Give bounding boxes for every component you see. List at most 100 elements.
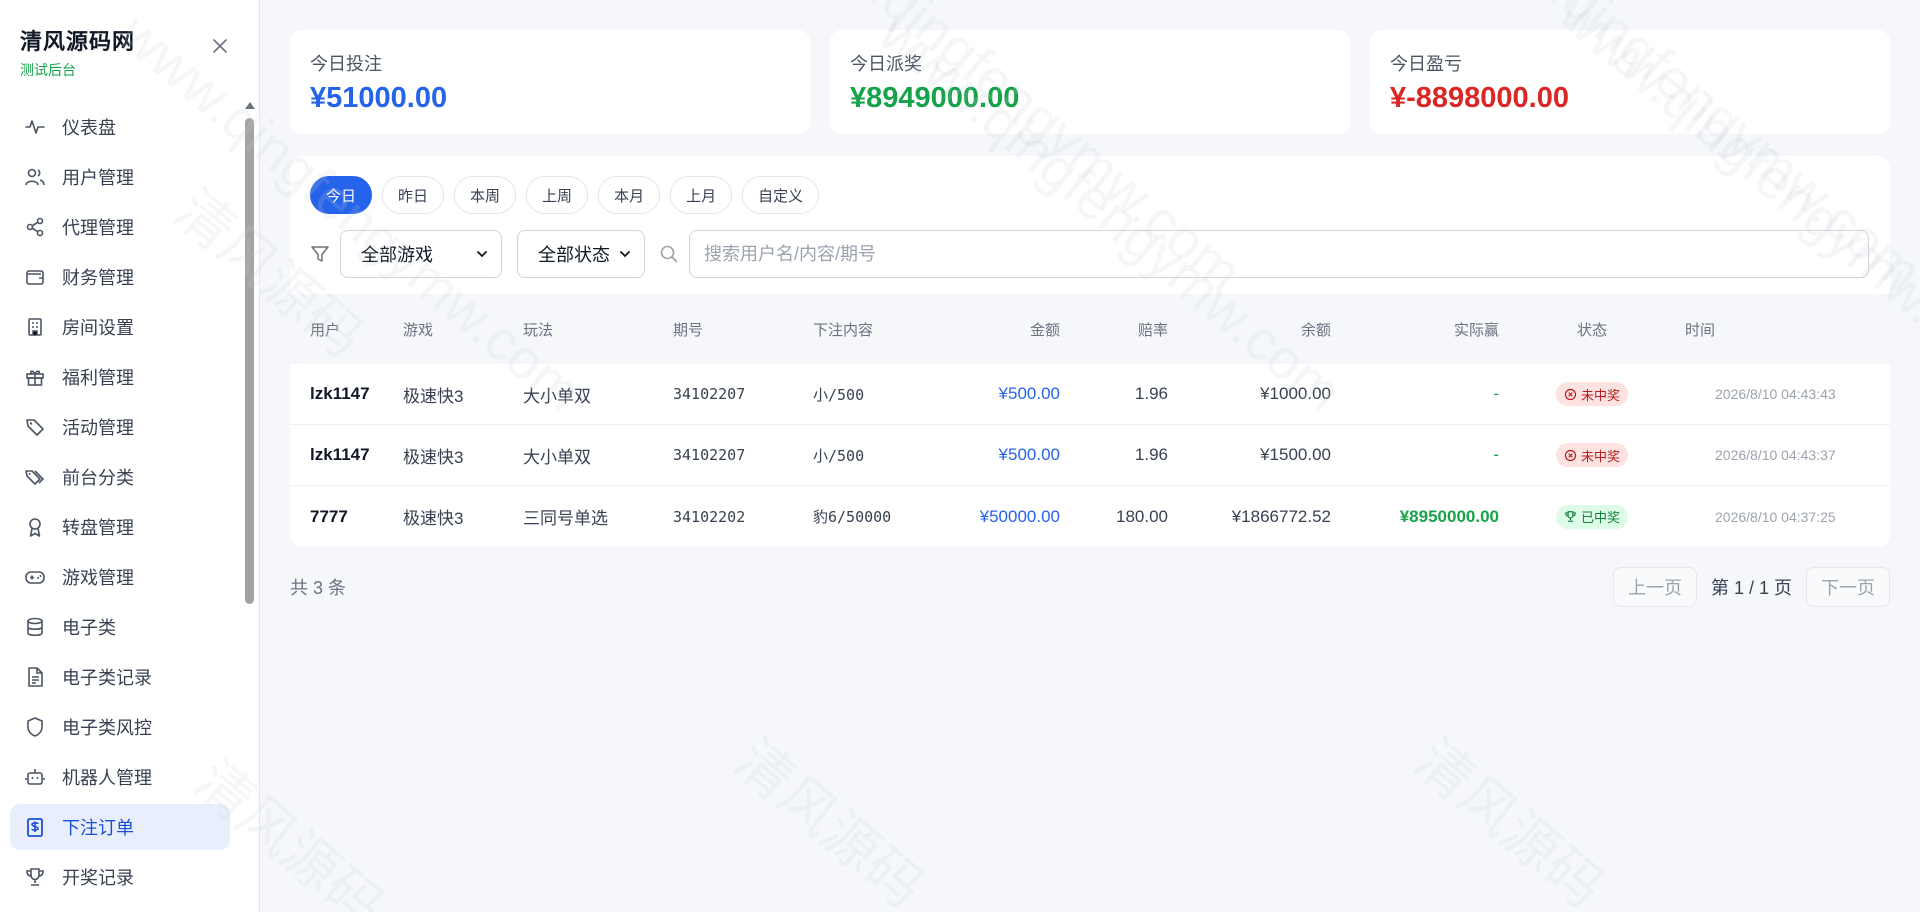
page-info: 第 1 / 1 页	[1710, 578, 1792, 598]
cell-content: 小/500	[813, 446, 865, 465]
sidebar-item[interactable]: 福利管理	[10, 354, 230, 400]
column-header: 余额	[1300, 321, 1331, 339]
cell-period: 34102202	[673, 507, 746, 526]
sidebar-item[interactable]: 用户管理	[10, 154, 230, 200]
scroll-up-arrow[interactable]	[245, 102, 255, 109]
table-row[interactable]: lzk1147 极速快3 大小单双 34102207 小/500 ¥500.00…	[290, 364, 1890, 425]
sidebar-item[interactable]: 转盘管理	[10, 504, 230, 550]
sidebar-item[interactable]: 游戏管理	[10, 554, 230, 600]
users-icon	[24, 166, 46, 188]
sidebar-item[interactable]: 电子类记录	[10, 654, 230, 700]
close-sidebar-button[interactable]	[208, 34, 232, 58]
game-select-value: 全部游戏	[361, 245, 433, 265]
sidebar-item[interactable]: 电子类	[10, 604, 230, 650]
sidebar-item[interactable]: 前台分类	[10, 454, 230, 500]
range-button[interactable]: 上月	[670, 176, 733, 214]
stat-card: 今日投注 ¥51000.00	[290, 30, 810, 134]
status-text: 已中奖	[1580, 510, 1620, 525]
sidebar-item[interactable]: 下注订单	[10, 804, 230, 850]
filter-icon	[310, 243, 332, 265]
column-header: 游戏	[403, 321, 434, 339]
status-badge: 已中奖	[1555, 504, 1628, 529]
stat-label: 今日盈亏	[1390, 54, 1462, 74]
gift-icon	[24, 366, 46, 388]
sidebar-item[interactable]: 代理管理	[10, 204, 230, 250]
stat-label: 今日投注	[310, 54, 382, 74]
status-badge: 未中奖	[1555, 443, 1628, 467]
sidebar-item-label: 电子类风控	[62, 718, 152, 738]
sidebar-item[interactable]: 机器人管理	[10, 754, 230, 800]
cell-win: -	[1493, 445, 1499, 464]
status-select-value: 全部状态	[538, 245, 610, 265]
range-button[interactable]: 今日	[310, 176, 373, 214]
sidebar-item-label: 福利管理	[62, 368, 134, 388]
orders-table: 用户 游戏 玩法 期号 下注内容 金额 赔率 余额 实际赢 状态 时间 lzk1147 极速快3 大…	[290, 294, 1890, 547]
next-page-button[interactable]: 下一页	[1806, 567, 1890, 607]
sidebar-item-label: 用户管理	[62, 168, 134, 188]
sidebar-item[interactable]: 房间设置	[10, 304, 230, 350]
sidebar-item-label: 电子类记录	[62, 668, 152, 688]
sidebar-item[interactable]: 仪表盘	[10, 104, 230, 150]
cell-content: 小/500	[813, 385, 865, 404]
sidebar-item-label: 机器人管理	[62, 768, 152, 788]
award-icon	[24, 516, 46, 538]
table-header: 用户 游戏 玩法 期号 下注内容 金额 赔率 余额 实际赢 状态 时间	[290, 294, 1890, 364]
sidebar-item-label: 活动管理	[62, 418, 134, 438]
cell-balance: ¥1000.00	[1260, 384, 1331, 403]
sidebar-item[interactable]: 活动管理	[10, 404, 230, 450]
watermark-text: 清风源码	[1403, 727, 1616, 912]
cell-user: lzk1147	[310, 445, 370, 464]
stat-value: ¥-8898000.00	[1390, 82, 1569, 114]
trophy-icon	[24, 866, 46, 888]
cell-odds: 1.96	[1134, 445, 1168, 464]
brand: 清风源码网 测试后台	[20, 24, 135, 80]
close-icon	[213, 39, 227, 53]
filter-panel: 今日 昨日 本周 上周 本月 上月 自定义 全部游戏 全部状态	[290, 156, 1890, 294]
sidebar-item-label: 游戏管理	[62, 568, 134, 588]
cell-amount: ¥500.00	[998, 445, 1060, 464]
date-range-group: 今日 昨日 本周 上周 本月 上月 自定义	[310, 176, 1870, 214]
cell-game: 极速快3	[403, 509, 464, 528]
gamepad-icon	[24, 566, 46, 588]
range-button[interactable]: 自定义	[742, 176, 820, 214]
x-circle-icon	[1564, 388, 1577, 400]
cell-status: 未中奖	[1499, 443, 1685, 467]
bot-icon	[24, 766, 46, 788]
range-button[interactable]: 昨日	[382, 176, 445, 214]
cell-time: 2026/8/10 04:43:37	[1715, 447, 1836, 463]
search-input[interactable]	[689, 230, 1869, 278]
sidebar-item-label: 仪表盘	[62, 118, 116, 138]
stat-value: ¥8949000.00	[850, 82, 1020, 114]
prev-page-button[interactable]: 上一页	[1612, 567, 1697, 607]
stat-label: 今日派奖	[850, 54, 922, 74]
column-header: 实际赢	[1453, 321, 1499, 339]
cell-amount: ¥500.00	[998, 384, 1060, 403]
cell-balance: ¥1866772.52	[1231, 506, 1331, 526]
table-row[interactable]: 7777 极速快3 三同号单选 34102202 豹6/50000 ¥50000…	[290, 486, 1890, 547]
range-button[interactable]: 本周	[454, 176, 517, 214]
sidebar-item[interactable]: 开奖记录	[10, 854, 230, 900]
range-button[interactable]: 上周	[526, 176, 589, 214]
sidebar-item[interactable]: 电子类风控	[10, 704, 230, 750]
column-header: 状态	[1576, 321, 1607, 339]
cell-game: 极速快3	[403, 447, 464, 467]
share-icon	[24, 216, 46, 238]
stats-row: 今日投注 ¥51000.00 今日派奖 ¥8949000.00 今日盈亏 ¥-889800…	[290, 30, 1890, 134]
cell-status: 已中奖	[1499, 504, 1685, 529]
filters-row: 全部游戏 全部状态	[310, 230, 1870, 278]
sidebar-item-label: 前台分类	[62, 468, 134, 488]
shield-icon	[24, 716, 46, 738]
game-select[interactable]: 全部游戏	[340, 230, 502, 278]
table-row[interactable]: lzk1147 极速快3 大小单双 34102207 小/500 ¥500.00…	[290, 425, 1890, 486]
cell-play: 大小单双	[523, 386, 591, 406]
stat-value: ¥51000.00	[310, 82, 448, 114]
brand-subtitle: 测试后台	[20, 62, 76, 78]
sidebar-item-label: 房间设置	[62, 318, 134, 338]
status-select[interactable]: 全部状态	[517, 230, 645, 278]
range-button[interactable]: 本月	[598, 176, 661, 214]
scrollbar-thumb[interactable]	[245, 118, 254, 604]
sidebar-nav: 仪表盘用户管理代理管理 财务管理房间设置福利管理活动管理前台分类转盘管理游戏管理电…	[10, 104, 230, 904]
wallet-icon	[24, 266, 46, 288]
trophy-icon	[1565, 511, 1576, 522]
sidebar-item[interactable]: 财务管理	[10, 254, 230, 300]
